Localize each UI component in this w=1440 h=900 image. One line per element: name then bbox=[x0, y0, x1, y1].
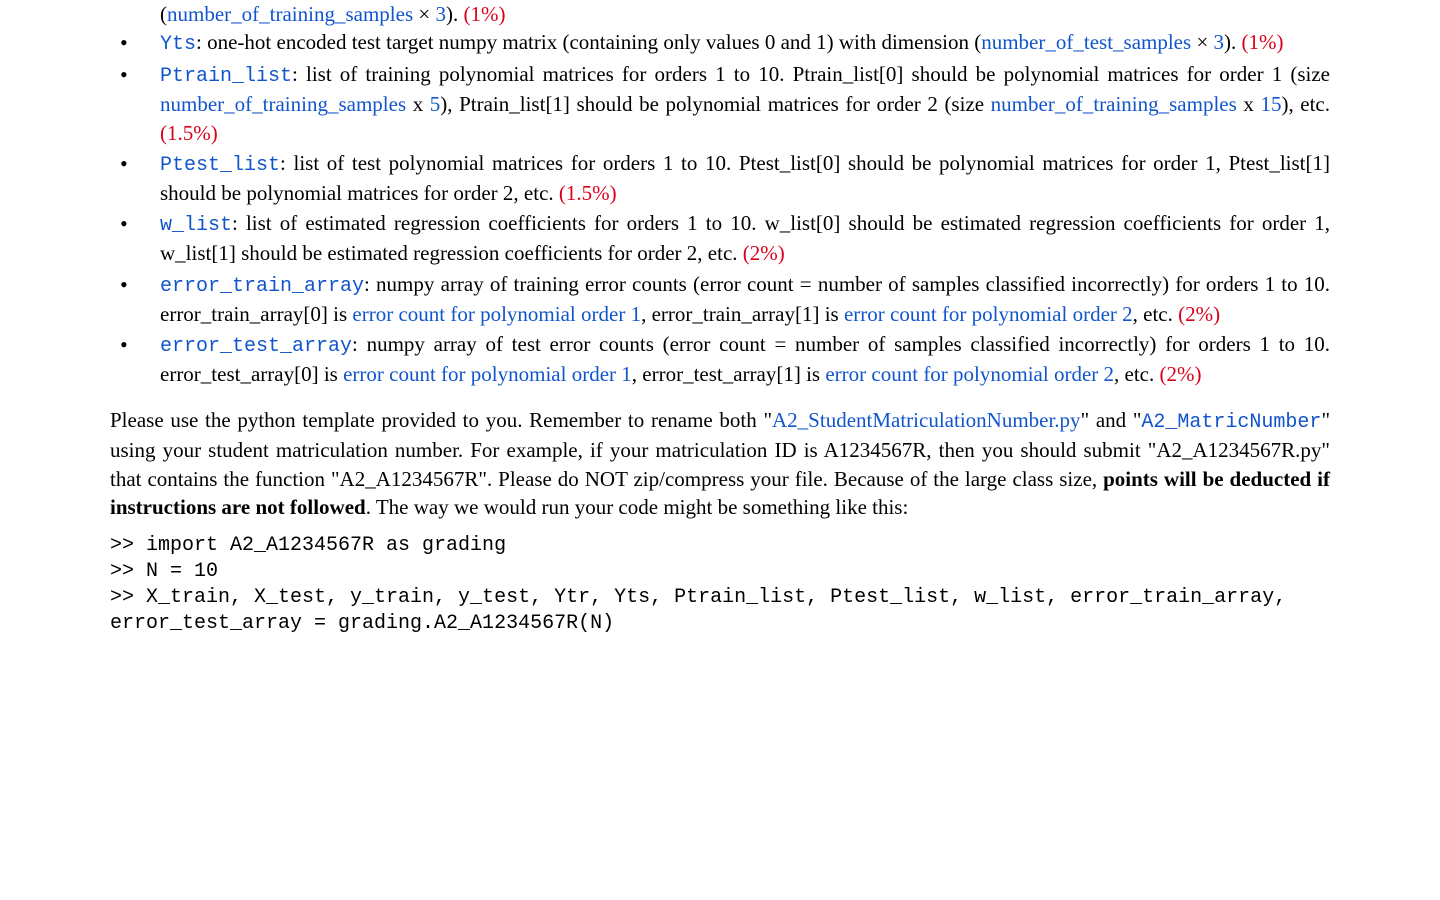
phrase-error-count-order-1: error count for polynomial order 1 bbox=[343, 362, 632, 386]
desc-text: ), etc. bbox=[1281, 92, 1330, 116]
list-item-ptest-list: Ptest_list: list of test polynomial matr… bbox=[110, 149, 1330, 207]
list-item-error-train-array: error_train_array: numpy array of traini… bbox=[110, 270, 1330, 328]
grade-weight: (2%) bbox=[1178, 302, 1220, 326]
times-symbol: × bbox=[413, 2, 435, 26]
grade-weight: (1%) bbox=[463, 2, 505, 26]
desc-text: : list of test polynomial matrices for o… bbox=[160, 151, 1330, 205]
grade-weight: (2%) bbox=[1160, 362, 1202, 386]
grade-weight: (1.5%) bbox=[160, 121, 218, 145]
top-continuation-line: (number_of_training_samples × 3). (1%) bbox=[110, 0, 1330, 28]
desc-text: : one-hot encoded test target numpy matr… bbox=[196, 30, 981, 54]
var-w-list: w_list bbox=[160, 214, 232, 237]
phrase-error-count-order-1: error count for polynomial order 1 bbox=[352, 302, 641, 326]
grade-weight: (1.5%) bbox=[559, 181, 617, 205]
dim-three: 3 bbox=[1214, 30, 1225, 54]
grade-weight: (1%) bbox=[1242, 30, 1284, 54]
var-number-of-test-samples: number_of_test_samples bbox=[981, 30, 1191, 54]
list-item-w-list: w_list: list of estimated regression coe… bbox=[110, 209, 1330, 267]
list-item-ptrain-list: Ptrain_list: list of training polynomial… bbox=[110, 60, 1330, 147]
para-text: . The way we would run your code might b… bbox=[366, 495, 909, 519]
desc-text: , etc. bbox=[1133, 302, 1178, 326]
list-item-yts: Yts: one-hot encoded test target numpy m… bbox=[110, 28, 1330, 58]
grade-weight: (2%) bbox=[743, 241, 785, 265]
document-page: (number_of_training_samples × 3). (1%) Y… bbox=[10, 0, 1430, 677]
desc-text: : list of training polynomial matrices f… bbox=[292, 62, 1330, 86]
var-yts: Yts bbox=[160, 33, 196, 56]
phrase-error-count-order-2: error count for polynomial order 2 bbox=[825, 362, 1114, 386]
desc-text: , error_test_array[1] is bbox=[632, 362, 826, 386]
filename-template-py: A2_StudentMatriculationNumber.py bbox=[772, 408, 1081, 432]
desc-text: , etc. bbox=[1114, 362, 1159, 386]
function-template-name: A2_MatricNumber bbox=[1141, 411, 1321, 434]
paren-close: ). bbox=[446, 2, 464, 26]
desc-text: , error_train_array[1] is bbox=[641, 302, 844, 326]
var-number-of-training-samples: number_of_training_samples bbox=[160, 92, 406, 116]
list-item-error-test-array: error_test_array: numpy array of test er… bbox=[110, 330, 1330, 388]
dim-five: 5 bbox=[430, 92, 441, 116]
desc-text: ). bbox=[1224, 30, 1242, 54]
var-error-train-array: error_train_array bbox=[160, 275, 364, 298]
phrase-error-count-order-2: error count for polynomial order 2 bbox=[844, 302, 1133, 326]
code-example-block: >> import A2_A1234567R as grading >> N =… bbox=[110, 533, 1330, 637]
dim-fifteen: 15 bbox=[1260, 92, 1281, 116]
dim-three: 3 bbox=[435, 2, 446, 26]
para-text: Please use the python template provided … bbox=[110, 408, 772, 432]
desc-text: x bbox=[1237, 92, 1261, 116]
var-number-of-training-samples: number_of_training_samples bbox=[167, 2, 413, 26]
var-number-of-training-samples: number_of_training_samples bbox=[991, 92, 1237, 116]
desc-text: ), Ptrain_list[1] should be polynomial m… bbox=[440, 92, 990, 116]
var-ptest-list: Ptest_list bbox=[160, 154, 280, 177]
bullet-list: Yts: one-hot encoded test target numpy m… bbox=[110, 28, 1330, 388]
instruction-paragraph: Please use the python template provided … bbox=[110, 406, 1330, 521]
var-ptrain-list: Ptrain_list bbox=[160, 65, 292, 88]
para-text: " and " bbox=[1081, 408, 1142, 432]
var-error-test-array: error_test_array bbox=[160, 335, 352, 358]
desc-text: x bbox=[406, 92, 430, 116]
times-symbol: × bbox=[1191, 30, 1213, 54]
paren-open: ( bbox=[160, 2, 167, 26]
